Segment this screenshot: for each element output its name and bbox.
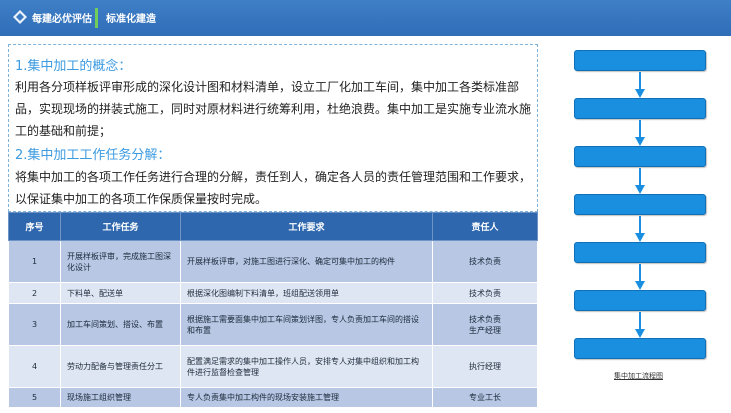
row-req: 根据施工需要面集中加工车间策划详图，专人负责加工车间的搭设和布置	[180, 303, 433, 346]
col-header-owner: 责任人	[432, 212, 538, 241]
flow-step-box	[574, 146, 706, 167]
row-num: 5	[8, 387, 61, 408]
col-header-task: 工作任务	[60, 212, 181, 241]
row-owner: 技术负责 生产经理	[432, 303, 538, 346]
task-table: 序号 工作任务 工作要求 责任人 1 开展样板评审，完成施工图深化设计 开展样板…	[8, 212, 538, 408]
table-row: 4 劳动力配备与管理责任分工 配置满足需求的集中加工操作人员，安排专人对集中组织…	[8, 345, 538, 388]
row-owner: 技术负责	[432, 240, 538, 283]
flow-arrow-icon	[635, 264, 645, 290]
row-req: 根据深化图编制下料清单，班组配送领用单	[180, 282, 433, 304]
concept-paragraph: 利用各分项样板评审形成的深化设计图和材料清单，设立工厂化加工车间，集中加工各类标…	[15, 80, 532, 138]
row-num: 1	[8, 240, 61, 283]
table-header-row: 序号 工作任务 工作要求 责任人	[8, 212, 538, 241]
flow-arrow-icon	[635, 72, 645, 98]
row-req: 专人负责集中加工构件的现场安装施工管理	[180, 387, 433, 408]
row-task: 劳动力配备与管理责任分工	[60, 345, 181, 388]
row-owner: 技术负责	[432, 282, 538, 304]
flowchart-caption[interactable]: 集中加工流程图	[614, 371, 663, 381]
table-row: 1 开展样板评审，完成施工图深化设计 开展样板评审，对施工图进行深化、确定可集中…	[8, 240, 538, 283]
flow-step-box	[574, 50, 706, 71]
flow-step-box	[574, 290, 706, 311]
row-req: 配置满足需求的集中加工操作人员，安排专人对集中组织和加工构件进行监督检查管理	[180, 345, 433, 388]
row-task: 现场施工组织管理	[60, 387, 181, 408]
flow-step-box	[574, 194, 706, 215]
header-bar: 每建必优评估 标准化建造	[0, 0, 731, 36]
tasks-paragraph: 将集中加工的各项工作任务进行合理的分解，责任到人，确定各人员的责任管理范围和工作…	[15, 170, 532, 206]
row-num: 4	[8, 345, 61, 388]
header-subtitle: 标准化建造	[106, 14, 156, 25]
flow-step-box	[574, 242, 706, 263]
row-num: 2	[8, 282, 61, 304]
flow-arrow-icon	[635, 120, 645, 146]
flow-step-box	[574, 338, 706, 359]
flow-arrow-icon	[635, 312, 645, 338]
section-heading-tasks: 2.集中加工工作任务分解：	[15, 148, 171, 163]
row-req: 开展样板评审，对施工图进行深化、确定可集中加工的构件	[180, 240, 433, 283]
logo-icon	[13, 10, 27, 24]
brand-name: 每建必优评估	[32, 14, 92, 25]
concept-panel: 1.集中加工的概念： 利用各分项样板评审形成的深化设计图和材料清单，设立工厂化加…	[8, 44, 538, 212]
row-task: 加工车间策划、搭设、布置	[60, 303, 181, 346]
row-task: 开展样板评审，完成施工图深化设计	[60, 240, 181, 283]
flow-step-box	[574, 98, 706, 119]
section-heading-concept: 1.集中加工的概念：	[15, 59, 132, 74]
flow-arrow-icon	[635, 216, 645, 242]
col-header-num: 序号	[8, 212, 61, 241]
row-task: 下料单、配送单	[60, 282, 181, 304]
process-flowchart: 集中加工流程图	[566, 44, 716, 384]
col-header-req: 工作要求	[180, 212, 433, 241]
header-divider	[95, 8, 98, 28]
flow-arrow-icon	[635, 168, 645, 194]
row-owner: 专业工长	[432, 387, 538, 408]
row-owner: 执行经理	[432, 345, 538, 388]
table-row: 5 现场施工组织管理 专人负责集中加工构件的现场安装施工管理 专业工长	[8, 387, 538, 408]
row-num: 3	[8, 303, 61, 346]
table-row: 3 加工车间策划、搭设、布置 根据施工需要面集中加工车间策划详图，专人负责加工车…	[8, 303, 538, 346]
table-row: 2 下料单、配送单 根据深化图编制下料清单，班组配送领用单 技术负责	[8, 282, 538, 304]
